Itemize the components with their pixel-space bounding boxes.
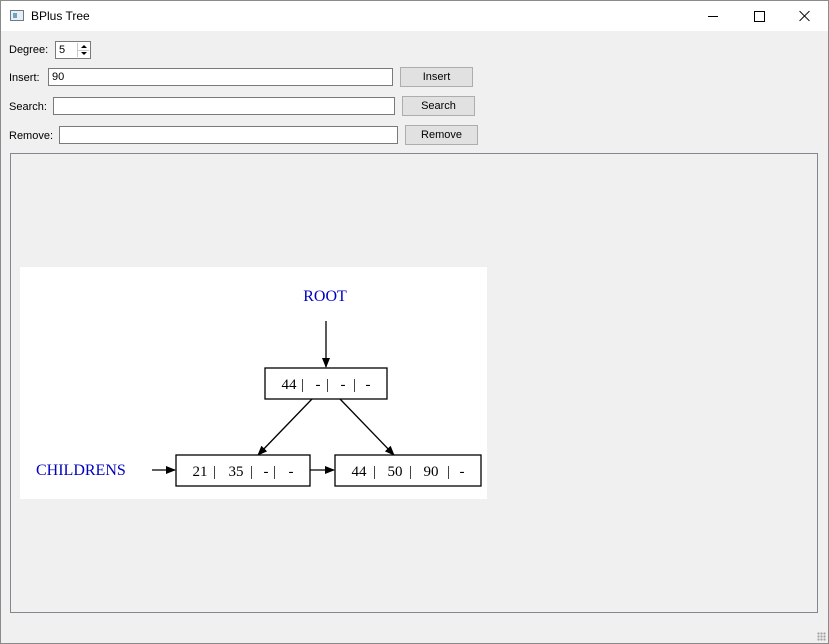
degree-decrement-button[interactable] <box>78 50 89 57</box>
window-title: BPlus Tree <box>31 9 90 23</box>
root-node: 44 | - | - | - <box>264 367 388 400</box>
search-label: Search: <box>9 101 47 113</box>
title-bar[interactable]: BPlus Tree <box>1 1 828 31</box>
minimize-icon <box>708 15 718 17</box>
key-separator: | <box>213 464 216 480</box>
close-icon <box>799 10 811 22</box>
minimize-button[interactable] <box>690 1 736 31</box>
root-key-3: - <box>366 377 371 393</box>
root-key-2: - <box>341 377 346 393</box>
key-separator: | <box>409 464 412 480</box>
insert-button[interactable]: Insert <box>400 67 473 87</box>
degree-spinbox[interactable]: 5 <box>55 41 91 59</box>
key-separator: | <box>250 464 253 480</box>
key-separator: | <box>326 377 329 393</box>
root-key-1: - <box>316 377 321 393</box>
leaf-0-key-3: - <box>289 464 294 480</box>
edge-root-to-leaf-0 <box>257 398 313 456</box>
remove-input[interactable] <box>59 126 398 144</box>
maximize-button[interactable] <box>736 1 782 31</box>
key-separator: | <box>447 464 450 480</box>
maximize-icon <box>753 10 765 22</box>
key-separator: | <box>353 377 356 393</box>
leaf-1-key-2: 90 <box>424 464 439 480</box>
insert-label: Insert: <box>9 72 40 84</box>
app-window-icon <box>10 10 24 21</box>
remove-button[interactable]: Remove <box>405 125 478 145</box>
close-button[interactable] <box>782 1 828 31</box>
leaf-node-0: 21 | 35 | - | - <box>175 454 311 487</box>
leaf-0-key-1: 35 <box>229 464 244 480</box>
search-input[interactable] <box>53 97 395 115</box>
leaf-0-key-0: 21 <box>193 464 208 480</box>
key-separator: | <box>373 464 376 480</box>
tree-graph: ROOT 44 | - | - | - CHILDRENS 21 | 35 | … <box>36 288 482 487</box>
degree-value[interactable]: 5 <box>59 44 65 56</box>
leaf-node-1: 44 | 50 | 90 | - <box>334 454 482 487</box>
key-separator: | <box>273 464 276 480</box>
degree-stepper <box>77 43 89 57</box>
key-separator: | <box>301 377 304 393</box>
arrow-up-icon <box>80 45 87 48</box>
edge-root-to-leaf-1 <box>339 398 395 456</box>
children-label: CHILDRENS <box>36 462 126 479</box>
leaf-1-key-0: 44 <box>352 464 368 480</box>
tree-diagram: ROOT 44 | - | - | - CHILDRENS 21 | 35 | … <box>20 267 487 499</box>
arrow-down-icon <box>80 52 87 55</box>
leaf-1-key-1: 50 <box>388 464 403 480</box>
insert-input[interactable] <box>48 68 393 86</box>
root-label: ROOT <box>303 288 347 305</box>
degree-label: Degree: <box>9 44 49 56</box>
root-key-0: 44 <box>282 377 298 393</box>
search-button[interactable]: Search <box>402 96 475 116</box>
remove-label: Remove: <box>9 130 54 142</box>
resize-grip[interactable] <box>817 632 826 641</box>
leaf-1-key-3: - <box>460 464 465 480</box>
leaf-0-key-2: - <box>264 464 269 480</box>
